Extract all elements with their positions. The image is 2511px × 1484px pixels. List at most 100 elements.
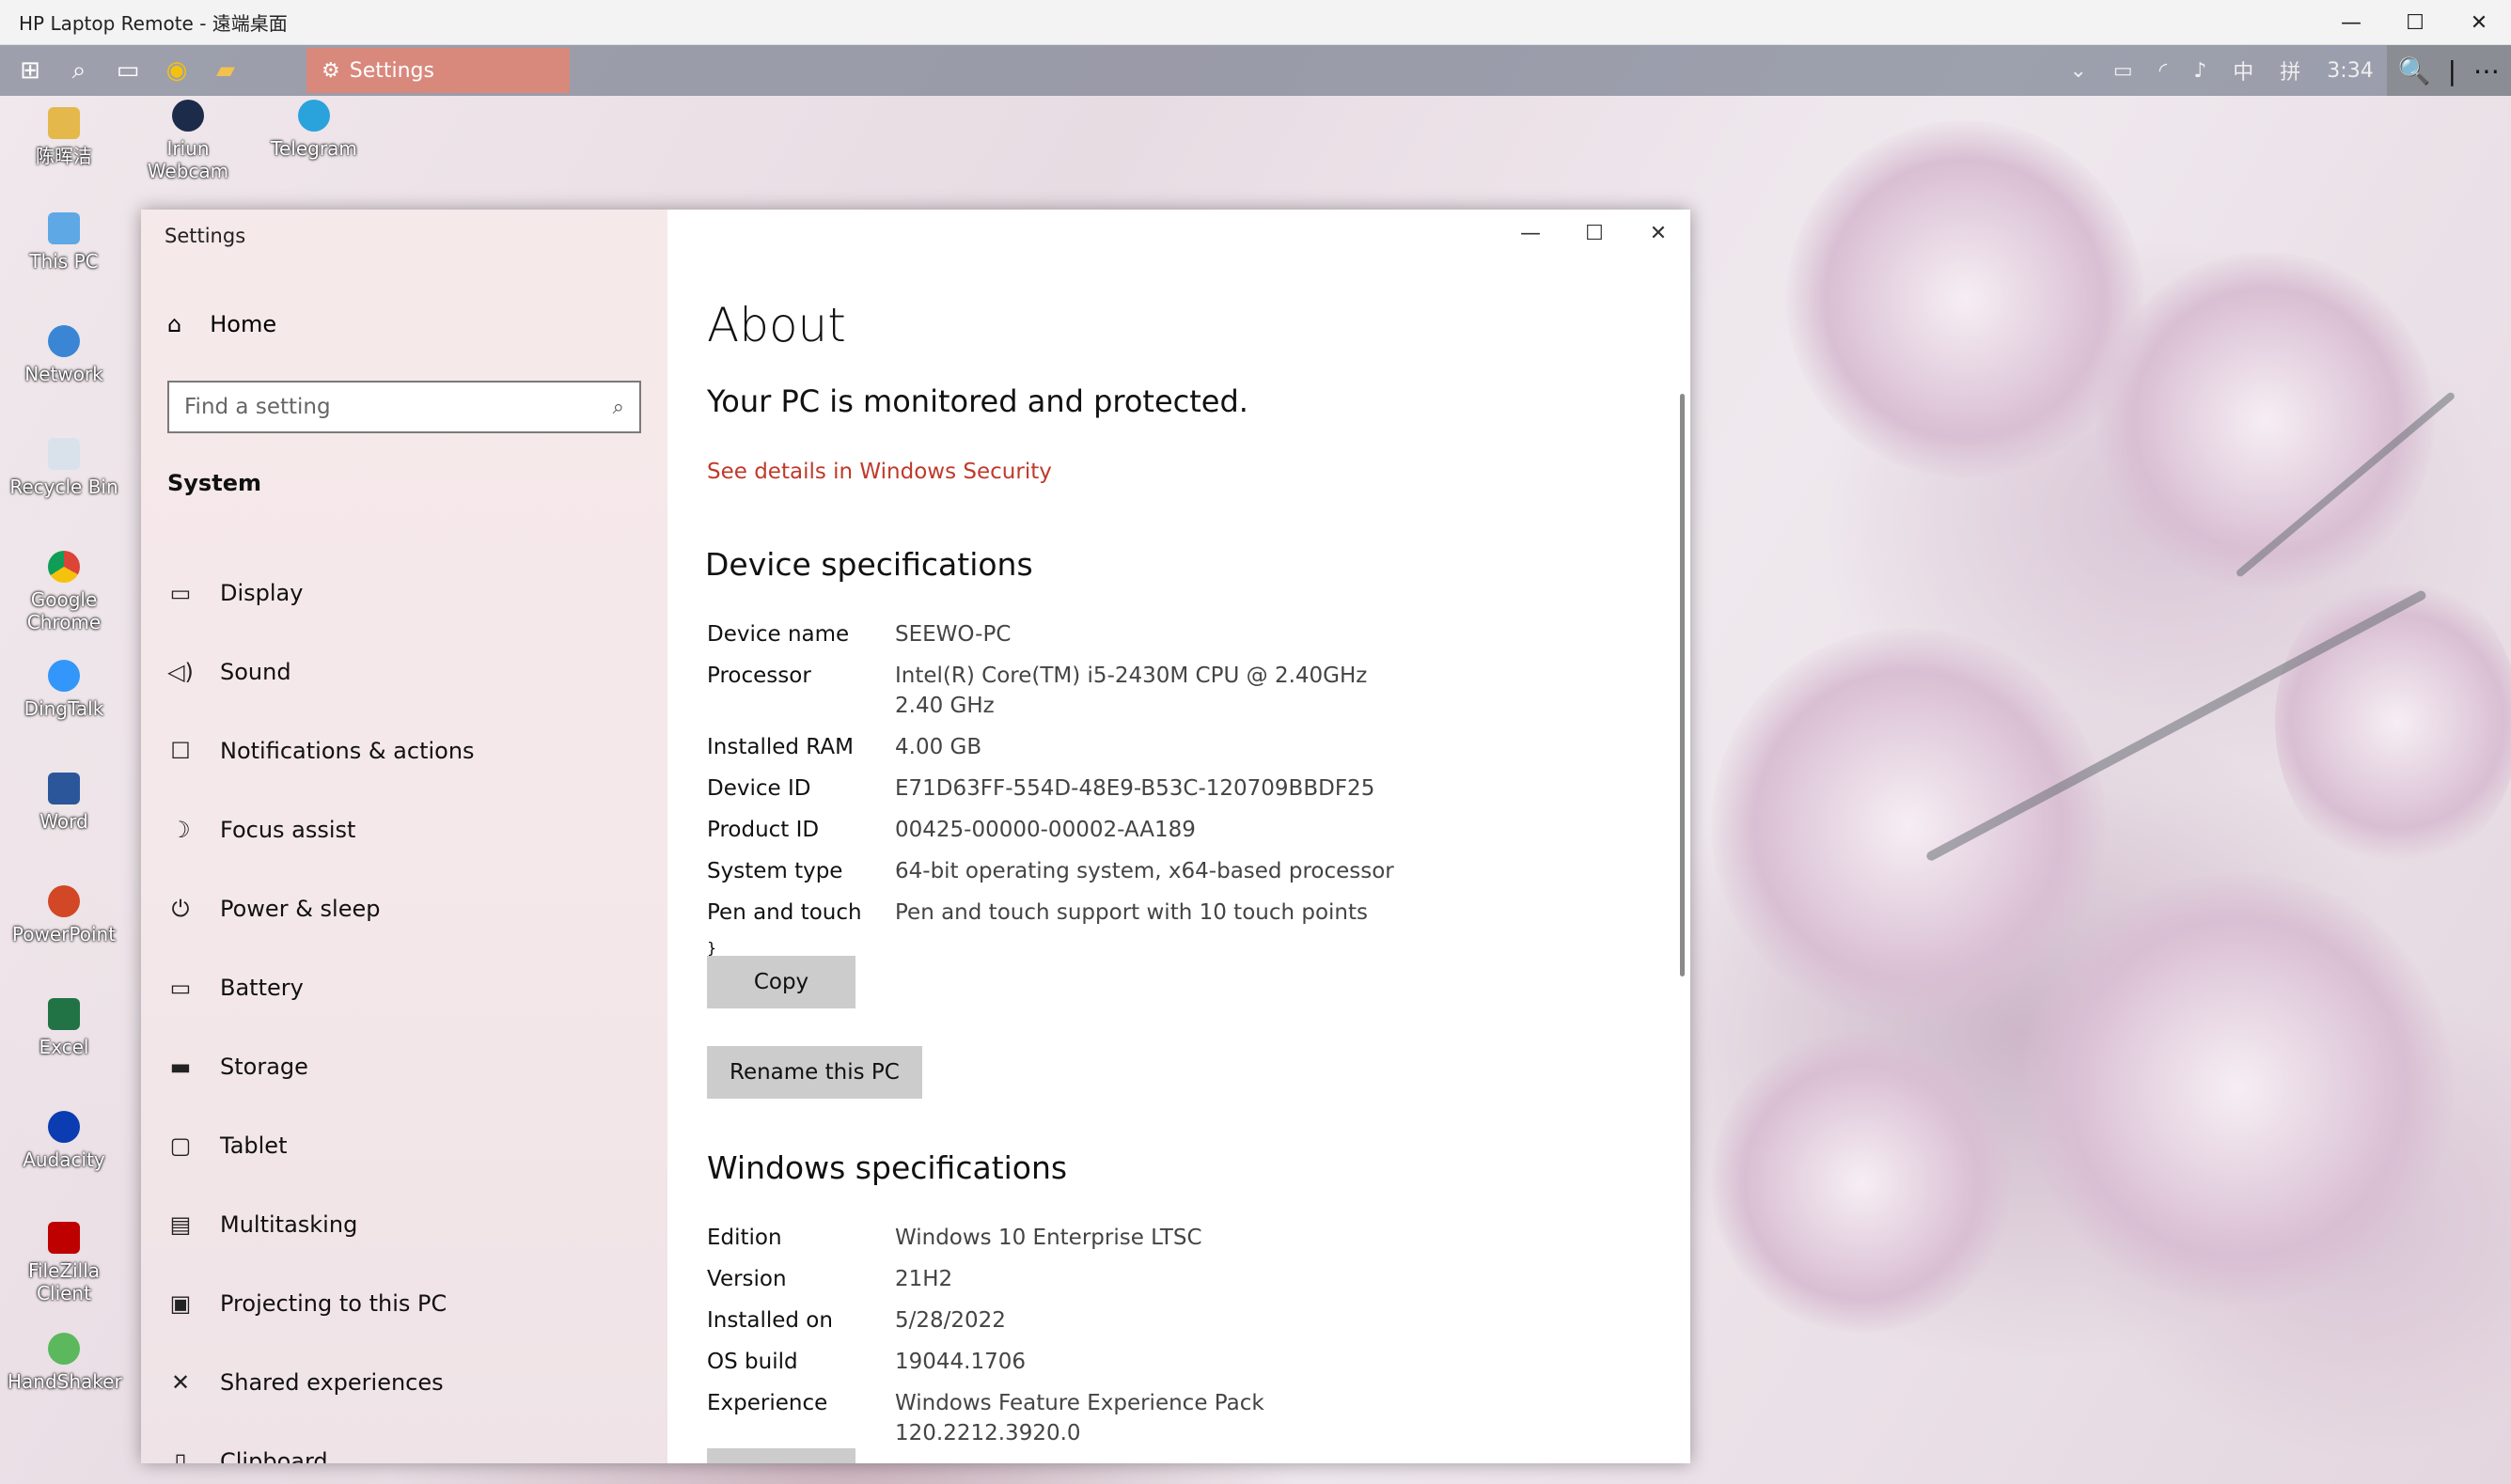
nav-item-storage[interactable]: ▬ Storage bbox=[167, 1027, 656, 1106]
device-specs-list: Device name SEEWO-PC Processor Intel(R) Co… bbox=[707, 619, 1440, 957]
desktop-icon-word[interactable]: Word bbox=[8, 773, 120, 833]
telegram-icon bbox=[298, 100, 330, 132]
wallpaper-blossom bbox=[2021, 872, 2454, 1304]
chevron-up-icon[interactable]: ⌄ bbox=[2056, 59, 2099, 83]
settings-maximize-button[interactable]: ☐ bbox=[1562, 210, 1626, 257]
section-label-system: System bbox=[167, 470, 261, 496]
spec-row-installed-on: Installed on 5/28/2022 bbox=[707, 1308, 1006, 1333]
page-title: About bbox=[707, 298, 846, 352]
filezilla-icon bbox=[48, 1222, 80, 1254]
remote-desktop: ⊞ ⌕ ▭ ◉ ▰ ⚙ Settings ⌄ ▭ ◜ ♪ 中 拼 3:34 🔍 … bbox=[0, 45, 2511, 1484]
desktop-icon-dingtalk[interactable]: DingTalk bbox=[8, 660, 120, 720]
spec-row-system-type: System type 64-bit operating system, x64-… bbox=[707, 859, 1394, 883]
device-specs-heading: Device specifications bbox=[705, 546, 1033, 583]
nav-item-tablet[interactable]: ▢ Tablet bbox=[167, 1106, 656, 1185]
protection-status: Your PC is monitored and protected. bbox=[707, 383, 1248, 419]
settings-close-button[interactable]: ✕ bbox=[1626, 210, 1690, 257]
desktop-icon-handshaker[interactable]: HandShaker bbox=[8, 1333, 122, 1393]
search-icon[interactable]: ⌕ bbox=[55, 45, 103, 96]
ime-mode-indicator[interactable]: 拼 bbox=[2267, 55, 2314, 86]
multitasking-icon: ▤ bbox=[169, 1211, 192, 1238]
nav-item-sound[interactable]: ◁) Sound bbox=[167, 633, 656, 711]
content-scrollbar[interactable] bbox=[1680, 394, 1685, 976]
remote-toolbar: 🔍 | ⋯ bbox=[2386, 45, 2511, 96]
toolbar-divider: | bbox=[2447, 55, 2456, 86]
desktop-icon-chrome[interactable]: Google Chrome bbox=[8, 551, 120, 633]
computer-icon bbox=[48, 212, 80, 244]
nav-item-clipboard[interactable]: ▯ Clipboard bbox=[167, 1422, 656, 1463]
desktop-icon-network[interactable]: Network bbox=[8, 325, 120, 385]
spec-row-ram: Installed RAM 4.00 GB bbox=[707, 735, 982, 759]
taskbar-settings-button[interactable]: ⚙ Settings bbox=[306, 48, 570, 93]
remote-window-title: HP Laptop Remote - 遠端桌面 bbox=[19, 12, 288, 35]
wallpaper-blossom bbox=[2096, 252, 2435, 590]
gear-icon: ⚙ bbox=[322, 58, 340, 83]
taskbar-settings-label: Settings bbox=[349, 58, 434, 83]
desktop-icon-user[interactable]: 陈晖洁 bbox=[8, 107, 120, 167]
wifi-icon[interactable]: ◜ bbox=[2146, 59, 2181, 83]
copy-button[interactable]: Copy bbox=[707, 956, 855, 1008]
desktop-icon-telegram[interactable]: Telegram bbox=[258, 100, 370, 160]
word-icon bbox=[48, 773, 80, 804]
nav-item-power-sleep[interactable]: ⏻ Power & sleep bbox=[167, 869, 656, 948]
windows-specs-heading: Windows specifications bbox=[707, 1149, 1068, 1186]
desktop-icon-filezilla[interactable]: FileZilla Client bbox=[8, 1222, 120, 1304]
storage-icon: ▬ bbox=[169, 1054, 192, 1080]
nav-home-label: Home bbox=[210, 311, 277, 337]
desktop-icon-powerpoint[interactable]: PowerPoint bbox=[8, 885, 120, 945]
desktop-icon-audacity[interactable]: Audacity bbox=[8, 1111, 120, 1171]
settings-minimize-button[interactable]: — bbox=[1499, 210, 1562, 257]
wallpaper-blossom bbox=[2275, 571, 2511, 872]
notifications-icon: ☐ bbox=[170, 738, 191, 764]
battery-tray-icon[interactable]: ▭ bbox=[2100, 59, 2146, 83]
volume-icon[interactable]: ♪ bbox=[2180, 59, 2220, 83]
task-view-icon[interactable]: ▭ bbox=[103, 45, 152, 96]
chrome-icon[interactable]: ◉ bbox=[152, 45, 201, 96]
remote-minimize-button[interactable]: — bbox=[2319, 0, 2383, 45]
remote-taskbar: ⊞ ⌕ ▭ ◉ ▰ ⚙ Settings ⌄ ▭ ◜ ♪ 中 拼 3:34 🔍 … bbox=[0, 45, 2511, 96]
rename-pc-button[interactable]: Rename this PC bbox=[707, 1046, 922, 1099]
more-icon[interactable]: ⋯ bbox=[2473, 55, 2500, 86]
clipboard-icon: ▯ bbox=[174, 1448, 187, 1463]
nav-item-projecting[interactable]: ▣ Projecting to this PC bbox=[167, 1264, 656, 1343]
spec-row-experience: Experience Windows Feature Experience Pac… bbox=[707, 1391, 1264, 1445]
remote-close-button[interactable]: ✕ bbox=[2447, 0, 2511, 45]
nav-item-display[interactable]: ▭ Display bbox=[167, 554, 656, 633]
settings-search[interactable]: ⌕ bbox=[167, 381, 641, 433]
audacity-icon bbox=[48, 1111, 80, 1143]
system-tray: ⌄ ▭ ◜ ♪ 中 拼 3:34 🔍 | ⋯ bbox=[2056, 45, 2511, 96]
start-icon[interactable]: ⊞ bbox=[6, 45, 55, 96]
recycle-bin-icon bbox=[48, 438, 80, 470]
nav-item-shared-experiences[interactable]: ✕ Shared experiences bbox=[167, 1343, 656, 1422]
spec-row-device-name: Device name SEEWO-PC bbox=[707, 622, 1012, 647]
home-icon: ⌂ bbox=[167, 311, 182, 337]
ime-indicator[interactable]: 中 bbox=[2220, 55, 2267, 86]
webcam-icon bbox=[172, 100, 204, 132]
desktop-icon-iriun[interactable]: Iriun Webcam bbox=[132, 100, 244, 182]
projecting-icon: ▣ bbox=[169, 1290, 192, 1317]
nav-item-battery[interactable]: ▭ Battery bbox=[167, 948, 656, 1027]
nav-home[interactable]: ⌂ Home bbox=[167, 311, 276, 337]
remote-titlebar: HP Laptop Remote - 遠端桌面 — ☐ ✕ bbox=[0, 0, 2511, 45]
windows-security-link[interactable]: See details in Windows Security bbox=[707, 460, 1052, 484]
settings-search-input[interactable] bbox=[184, 395, 613, 419]
search-icon[interactable]: ⌕ bbox=[613, 396, 624, 419]
spec-row-version: Version 21H2 bbox=[707, 1267, 953, 1291]
nav-item-focus-assist[interactable]: ☽ Focus assist bbox=[167, 790, 656, 869]
nav-item-multitasking[interactable]: ▤ Multitasking bbox=[167, 1185, 656, 1264]
zoom-icon[interactable]: 🔍 bbox=[2398, 55, 2431, 86]
spec-row-edition: Edition Windows 10 Enterprise LTSC bbox=[707, 1226, 1202, 1250]
desktop-icon-this-pc[interactable]: This PC bbox=[8, 212, 120, 273]
desktop-icon-recycle-bin[interactable]: Recycle Bin bbox=[8, 438, 120, 498]
wallpaper-blossom bbox=[1786, 120, 2143, 477]
battery-icon: ▭ bbox=[169, 975, 192, 1001]
excel-icon bbox=[48, 998, 80, 1030]
copy-windows-specs-button[interactable] bbox=[707, 1448, 855, 1463]
file-explorer-icon[interactable]: ▰ bbox=[201, 45, 250, 96]
spec-row-os-build: OS build 19044.1706 bbox=[707, 1350, 1027, 1374]
nav-item-notifications[interactable]: ☐ Notifications & actions bbox=[167, 711, 656, 790]
handshaker-icon bbox=[48, 1333, 80, 1365]
desktop-icon-excel[interactable]: Excel bbox=[8, 998, 120, 1058]
remote-maximize-button[interactable]: ☐ bbox=[2383, 0, 2447, 45]
clock[interactable]: 3:34 bbox=[2314, 59, 2386, 83]
